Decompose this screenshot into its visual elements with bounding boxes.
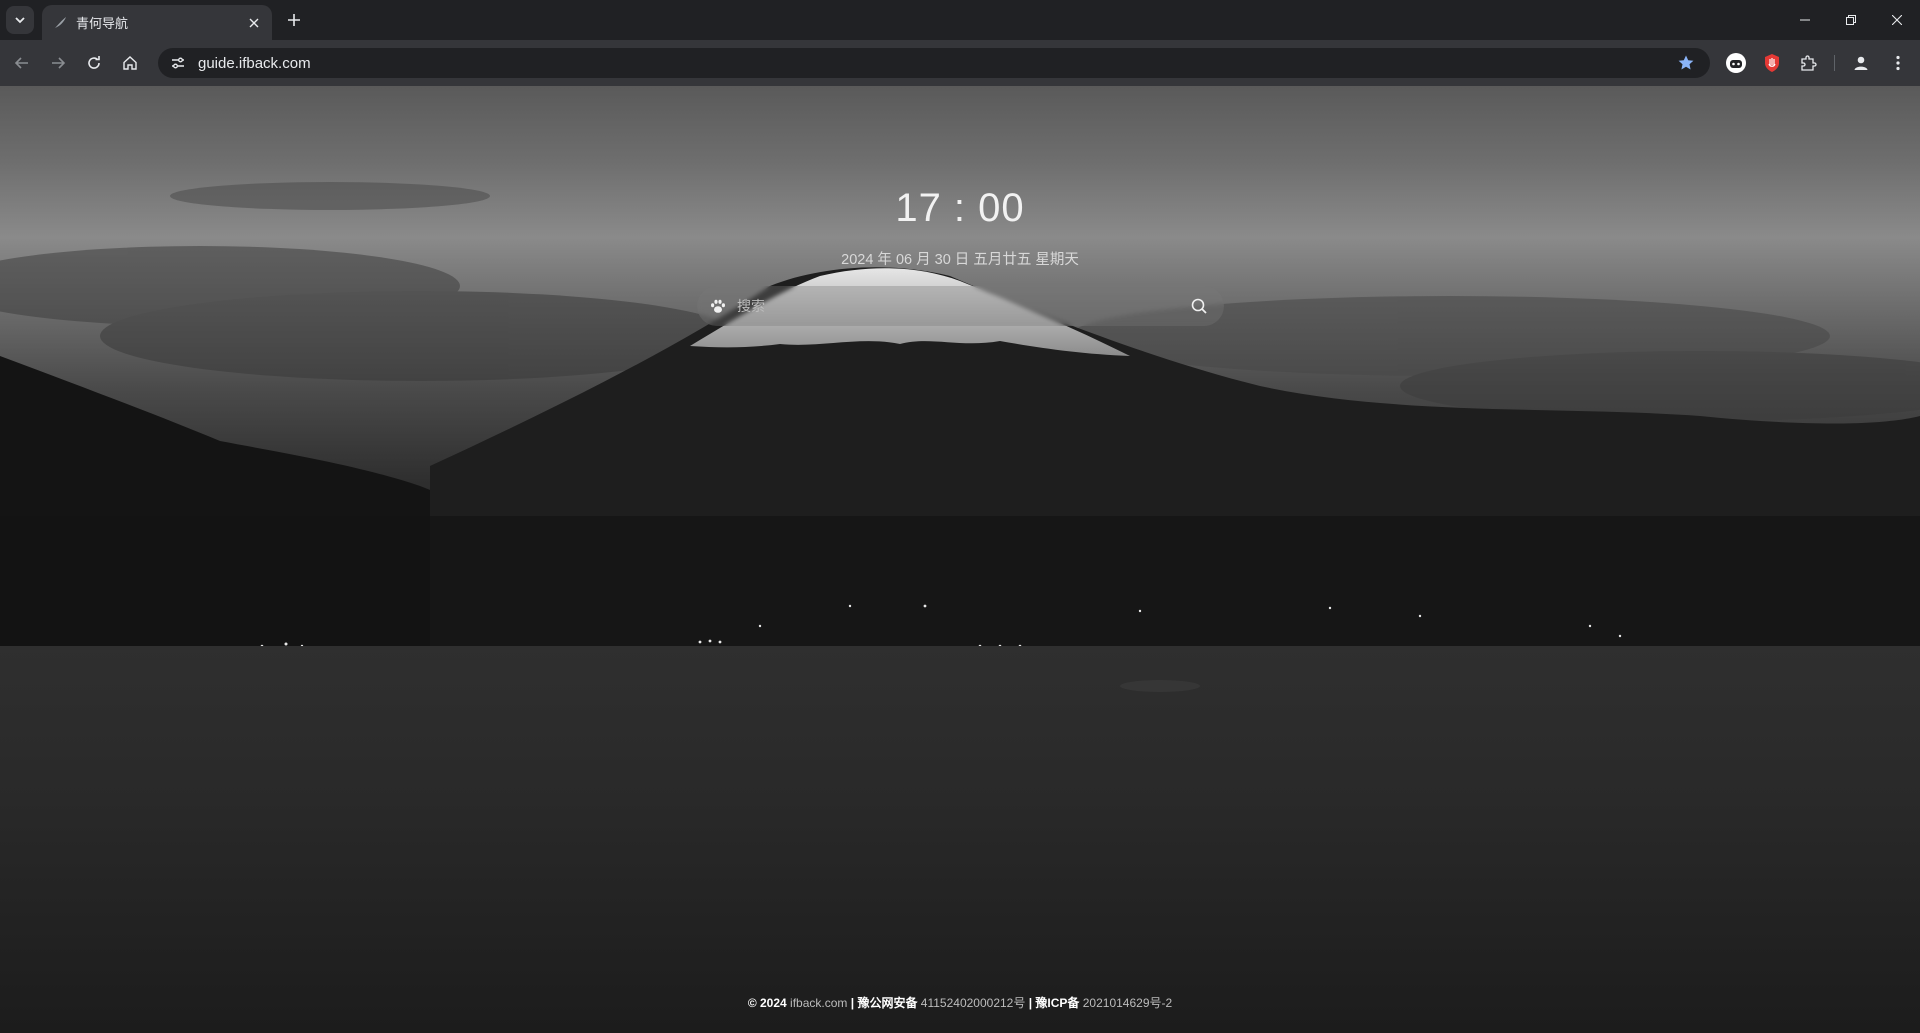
ghost-icon xyxy=(1726,53,1746,73)
police-record-link[interactable]: 41152402000212号 xyxy=(921,996,1026,1010)
search-box xyxy=(697,286,1224,326)
restore-button[interactable] xyxy=(1828,0,1874,40)
profile-button[interactable] xyxy=(1847,49,1875,77)
url-text[interactable]: guide.ifback.com xyxy=(198,55,1672,72)
close-tab-button[interactable] xyxy=(246,15,262,31)
footer-site-link[interactable]: ifback.com xyxy=(790,996,847,1010)
copyright-text: © 2024 xyxy=(747,996,787,1010)
chevron-down-icon xyxy=(15,17,25,24)
star-icon xyxy=(1678,55,1694,70)
police-record-label: 豫公网安备 xyxy=(857,996,918,1010)
page-viewport: 17 : 00 2024 年 06 月 30 日 五月廿五 星期天 © 2024… xyxy=(0,86,1920,1033)
footer-separator: | xyxy=(850,996,855,1010)
tab-active[interactable]: 青何导航 xyxy=(42,5,272,40)
treeline xyxy=(0,516,1920,646)
new-tab-button[interactable] xyxy=(282,8,306,32)
extension-red-button[interactable] xyxy=(1758,49,1786,77)
back-button[interactable] xyxy=(8,49,36,77)
person-icon xyxy=(1854,56,1868,70)
paw-icon xyxy=(711,299,725,313)
forward-button[interactable] xyxy=(44,49,72,77)
minimize-button[interactable] xyxy=(1782,0,1828,40)
hand-stop-icon xyxy=(1765,54,1779,72)
page-footer: © 2024 ifback.com | 豫公网安备 41152402000212… xyxy=(0,994,1920,1011)
address-bar[interactable]: guide.ifback.com xyxy=(158,48,1710,78)
browser-toolbar: guide.ifback.com xyxy=(0,40,1920,86)
clock-time: 17 : 00 xyxy=(895,186,1025,230)
site-info-button[interactable] xyxy=(164,51,192,75)
search-engine-selector[interactable] xyxy=(707,295,729,317)
close-icon xyxy=(1892,15,1902,25)
search-submit-button[interactable] xyxy=(1184,291,1214,321)
close-icon xyxy=(249,18,259,27)
puzzle-icon xyxy=(1801,55,1817,71)
icp-record-link[interactable]: 2021014629号-2 xyxy=(1083,996,1172,1010)
search-icon xyxy=(1191,298,1207,314)
browser-menu-button[interactable] xyxy=(1884,49,1912,77)
tab-title: 青何导航 xyxy=(76,16,129,31)
feather-icon xyxy=(52,15,68,31)
reload-icon xyxy=(88,56,100,69)
more-vert-icon xyxy=(1896,55,1900,71)
footer-separator: | xyxy=(1028,996,1033,1010)
extensions-button[interactable] xyxy=(1794,49,1822,77)
search-input[interactable] xyxy=(735,286,1184,326)
calendar-date: 2024 年 06 月 30 日 五月廿五 星期天 xyxy=(841,252,1079,268)
bookmark-button[interactable] xyxy=(1672,49,1700,77)
minimize-icon xyxy=(1800,19,1810,21)
toolbar-divider xyxy=(1834,55,1835,71)
tab-strip: 青何导航 xyxy=(0,0,1920,40)
home-button[interactable] xyxy=(116,49,144,77)
home-icon xyxy=(123,56,137,70)
arrow-left-icon xyxy=(14,57,28,69)
close-window-button[interactable] xyxy=(1874,0,1920,40)
tab-search-button[interactable] xyxy=(6,6,34,34)
restore-icon xyxy=(1846,15,1856,25)
tune-icon xyxy=(172,57,184,69)
lake xyxy=(0,646,1920,1033)
extension-ghost-button[interactable] xyxy=(1722,49,1750,77)
plus-icon xyxy=(288,14,300,26)
arrow-right-icon xyxy=(52,57,66,69)
icp-record-label: 豫ICP备 xyxy=(1035,996,1080,1010)
reload-button[interactable] xyxy=(80,49,108,77)
